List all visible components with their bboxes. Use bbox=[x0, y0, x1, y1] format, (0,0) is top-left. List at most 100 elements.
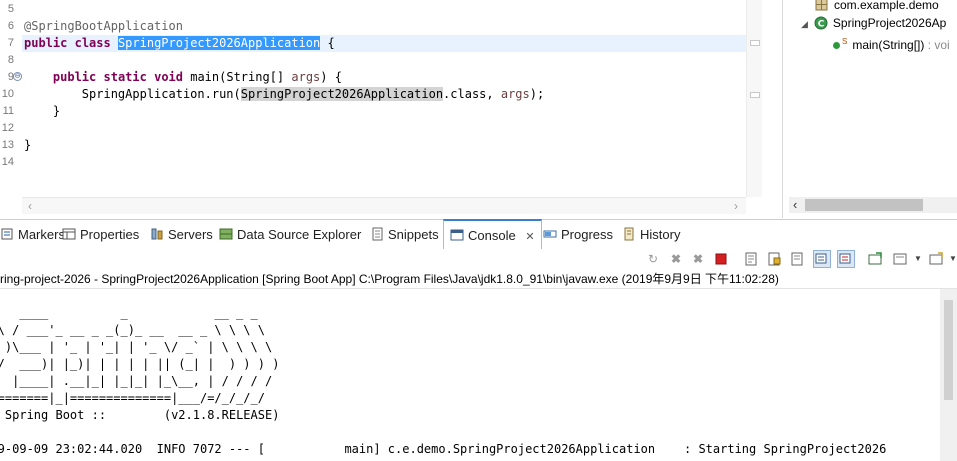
terminate-icon[interactable] bbox=[713, 251, 729, 267]
code-text: { bbox=[320, 36, 335, 50]
terminate-relaunch-icon[interactable]: ↻ bbox=[645, 251, 661, 267]
line-number: 9 bbox=[7, 71, 14, 83]
line-number: 5 bbox=[7, 3, 14, 15]
tab-label: Properties bbox=[80, 227, 140, 242]
editor-horizontal-scrollbar[interactable]: ‹ › bbox=[22, 197, 746, 214]
view-tab-bar: Markers Properties Servers Data Source E… bbox=[0, 219, 957, 250]
scrollbar-thumb[interactable] bbox=[944, 300, 953, 400]
tab-markers[interactable]: Markers bbox=[0, 220, 65, 249]
code-text: ); bbox=[529, 87, 545, 101]
line-number: 12 bbox=[1, 122, 14, 134]
tab-label: Servers bbox=[168, 227, 213, 242]
open-console-icon[interactable] bbox=[928, 251, 944, 267]
banner-line: \\/ ___)| |_)| | | | | || (_| | ) ) ) ) bbox=[0, 357, 280, 371]
tab-progress[interactable]: Progress bbox=[543, 220, 613, 249]
code-text: ) { bbox=[320, 70, 342, 84]
console-process-label: ring-project-2026 - SpringProject2026App… bbox=[0, 270, 957, 289]
outline-class-row[interactable]: ◢ C SpringProject2026Ap bbox=[801, 15, 946, 32]
remove-all-terminated-icon[interactable]: ✖ bbox=[690, 251, 706, 267]
tab-label: History bbox=[640, 227, 681, 242]
tab-console[interactable]: Console ✕ bbox=[443, 219, 542, 250]
code-text: } bbox=[24, 138, 32, 152]
scroll-lock-icon[interactable] bbox=[766, 251, 782, 267]
package-label: com.example.demo bbox=[834, 0, 939, 12]
svg-text:C: C bbox=[818, 20, 825, 30]
close-icon[interactable]: ✕ bbox=[525, 231, 534, 243]
keyword-token: void bbox=[154, 70, 183, 84]
code-line-7: public class SpringProject2026Applicatio… bbox=[24, 35, 335, 52]
log-line: 2019-09-09 23:02:44.020 INFO 7072 --- [ … bbox=[0, 442, 887, 456]
code-line-6: @SpringBootApplication bbox=[24, 18, 183, 35]
scroll-left-icon[interactable]: ‹ bbox=[793, 197, 797, 212]
class-icon: C bbox=[814, 16, 828, 30]
tab-label: Markers bbox=[18, 227, 65, 242]
package-icon bbox=[815, 0, 828, 11]
tab-servers[interactable]: Servers bbox=[150, 220, 213, 249]
database-icon bbox=[219, 222, 233, 240]
outline-method-row[interactable]: Smain(String[]) : voi bbox=[833, 34, 950, 53]
fold-collapse-icon[interactable]: ⊖ bbox=[13, 72, 22, 81]
tab-history[interactable]: History bbox=[622, 220, 680, 249]
console-output[interactable]: . ____ _ __ _ _ /\\ / ___'_ __ _ _(_)_ _… bbox=[0, 289, 940, 461]
class-label: SpringProject2026Ap bbox=[832, 16, 947, 30]
occurrence-highlight: SpringProject2026Application bbox=[240, 87, 444, 101]
parameter-token: args bbox=[291, 70, 321, 84]
code-editor[interactable]: 5 6 7 8 9 10 11 12 13 14 ⊖ @SpringBootAp… bbox=[0, 0, 763, 214]
editor-vertical-scrollbar[interactable] bbox=[762, 0, 782, 218]
outline-horizontal-scrollbar[interactable]: ‹ bbox=[789, 197, 957, 213]
line-number: 7 bbox=[7, 37, 14, 49]
banner-line: /\\ / ___'_ __ _ _(_)_ __ __ _ \ \ \ \ bbox=[0, 323, 265, 337]
banner-line: . ____ _ __ _ _ bbox=[0, 306, 258, 320]
console-toolbar: ↻ ✖ ✖ ▼ ▼ bbox=[0, 249, 957, 270]
clear-console-icon[interactable] bbox=[743, 251, 759, 267]
selected-class-name: SpringProject2026Application bbox=[117, 36, 321, 50]
outline-view: com.example.demo ◢ C SpringProject2026Ap… bbox=[782, 0, 957, 218]
show-on-stdout-icon[interactable] bbox=[813, 250, 831, 268]
code-line-9: public static void main(String[] args) { bbox=[24, 69, 342, 86]
banner-line: ( ( )\___ | '_ | '_| | '_ \/ _` | \ \ \ … bbox=[0, 340, 273, 354]
tree-expand-icon[interactable]: ◢ bbox=[801, 19, 808, 29]
static-marker: S bbox=[842, 37, 848, 46]
tab-snippets[interactable]: Snippets bbox=[370, 220, 439, 249]
code-line-13: } bbox=[24, 137, 31, 154]
banner-version-line: :: Spring Boot :: (v2.1.8.RELEASE) bbox=[0, 408, 280, 422]
line-number-gutter: 5 6 7 8 9 10 11 12 13 14 ⊖ bbox=[0, 0, 22, 213]
line-number: 10 bbox=[1, 88, 14, 100]
line-number: 6 bbox=[7, 20, 14, 32]
tab-data-source-explorer[interactable]: Data Source Explorer bbox=[219, 220, 361, 249]
tab-properties[interactable]: Properties bbox=[62, 220, 139, 249]
scrollbar-thumb[interactable] bbox=[805, 199, 923, 211]
method-return-type: : voi bbox=[924, 38, 950, 52]
line-number: 14 bbox=[1, 156, 14, 168]
code-line-10: SpringApplication.run(SpringProject2026A… bbox=[24, 86, 544, 103]
overview-ruler[interactable] bbox=[746, 0, 763, 197]
dropdown-arrow-icon[interactable]: ▼ bbox=[910, 251, 926, 267]
display-selected-console-icon[interactable] bbox=[892, 251, 908, 267]
snippets-icon bbox=[370, 222, 384, 241]
remove-launch-icon[interactable]: ✖ bbox=[668, 251, 684, 267]
tab-label: Console bbox=[468, 228, 516, 243]
keyword-token: public bbox=[52, 70, 97, 84]
keyword-token: static bbox=[103, 70, 147, 84]
scroll-right-icon[interactable]: › bbox=[734, 199, 738, 213]
code-text: main(String[] bbox=[183, 70, 292, 84]
show-on-stderr-icon[interactable] bbox=[837, 250, 855, 268]
line-number: 8 bbox=[7, 54, 14, 66]
occurrence-marker[interactable] bbox=[750, 40, 760, 46]
outline-package-row[interactable]: com.example.demo bbox=[815, 0, 939, 13]
markers-icon bbox=[0, 222, 14, 240]
code-line-11: } bbox=[24, 103, 60, 120]
scroll-left-icon[interactable]: ‹ bbox=[28, 199, 32, 213]
code-text: .class, bbox=[443, 87, 501, 101]
occurrence-marker[interactable] bbox=[750, 92, 760, 98]
line-number: 11 bbox=[2, 105, 14, 117]
dropdown-arrow-icon[interactable]: ▼ bbox=[945, 251, 957, 267]
keyword-token: public bbox=[24, 36, 68, 50]
keyword-token: class bbox=[74, 36, 111, 50]
console-icon bbox=[450, 223, 464, 241]
public-method-icon bbox=[833, 42, 840, 49]
word-wrap-icon[interactable] bbox=[789, 251, 805, 267]
line-number: 13 bbox=[1, 139, 14, 151]
code-text: SpringApplication.run( bbox=[81, 87, 241, 101]
pin-console-icon[interactable] bbox=[867, 251, 883, 267]
